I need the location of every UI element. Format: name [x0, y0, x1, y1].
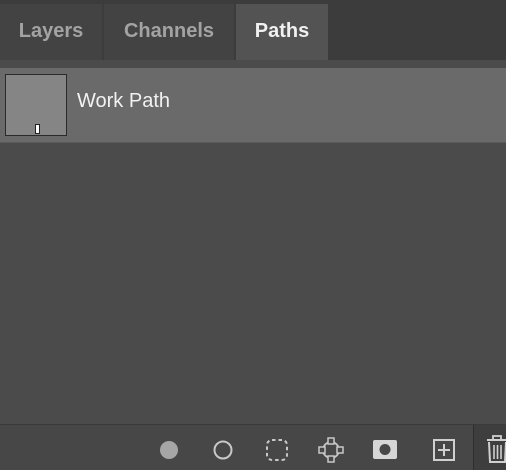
panel-tab-bar: Layers Channels Paths: [0, 0, 506, 60]
delete-path-icon: [487, 435, 506, 463]
tab-layers[interactable]: Layers: [0, 4, 102, 60]
delete-path-button[interactable]: [473, 425, 506, 470]
new-path-icon: [433, 439, 455, 461]
paths-bottom-toolbar: [0, 424, 506, 470]
load-selection-button[interactable]: [257, 425, 297, 470]
stroke-path-icon: [213, 440, 233, 460]
add-mask-button[interactable]: [365, 425, 405, 470]
fill-path-icon: [160, 441, 178, 459]
path-thumbnail-marker: [35, 124, 40, 134]
paths-panel: Layers Channels Paths Work Path: [0, 0, 506, 470]
path-name-label: Work Path: [77, 90, 170, 112]
new-path-button[interactable]: [424, 425, 464, 470]
tab-paths[interactable]: Paths: [236, 4, 328, 60]
path-row-divider: [0, 142, 506, 143]
load-selection-icon: [266, 439, 288, 461]
path-thumbnail: [5, 74, 67, 136]
add-mask-icon: [373, 440, 397, 459]
make-work-path-button[interactable]: [311, 425, 351, 470]
path-row-work-path[interactable]: Work Path: [0, 68, 506, 142]
tab-channels[interactable]: Channels: [104, 4, 234, 60]
make-work-path-icon: [318, 437, 344, 463]
fill-path-button[interactable]: [149, 425, 189, 470]
stroke-path-button[interactable]: [203, 425, 243, 470]
